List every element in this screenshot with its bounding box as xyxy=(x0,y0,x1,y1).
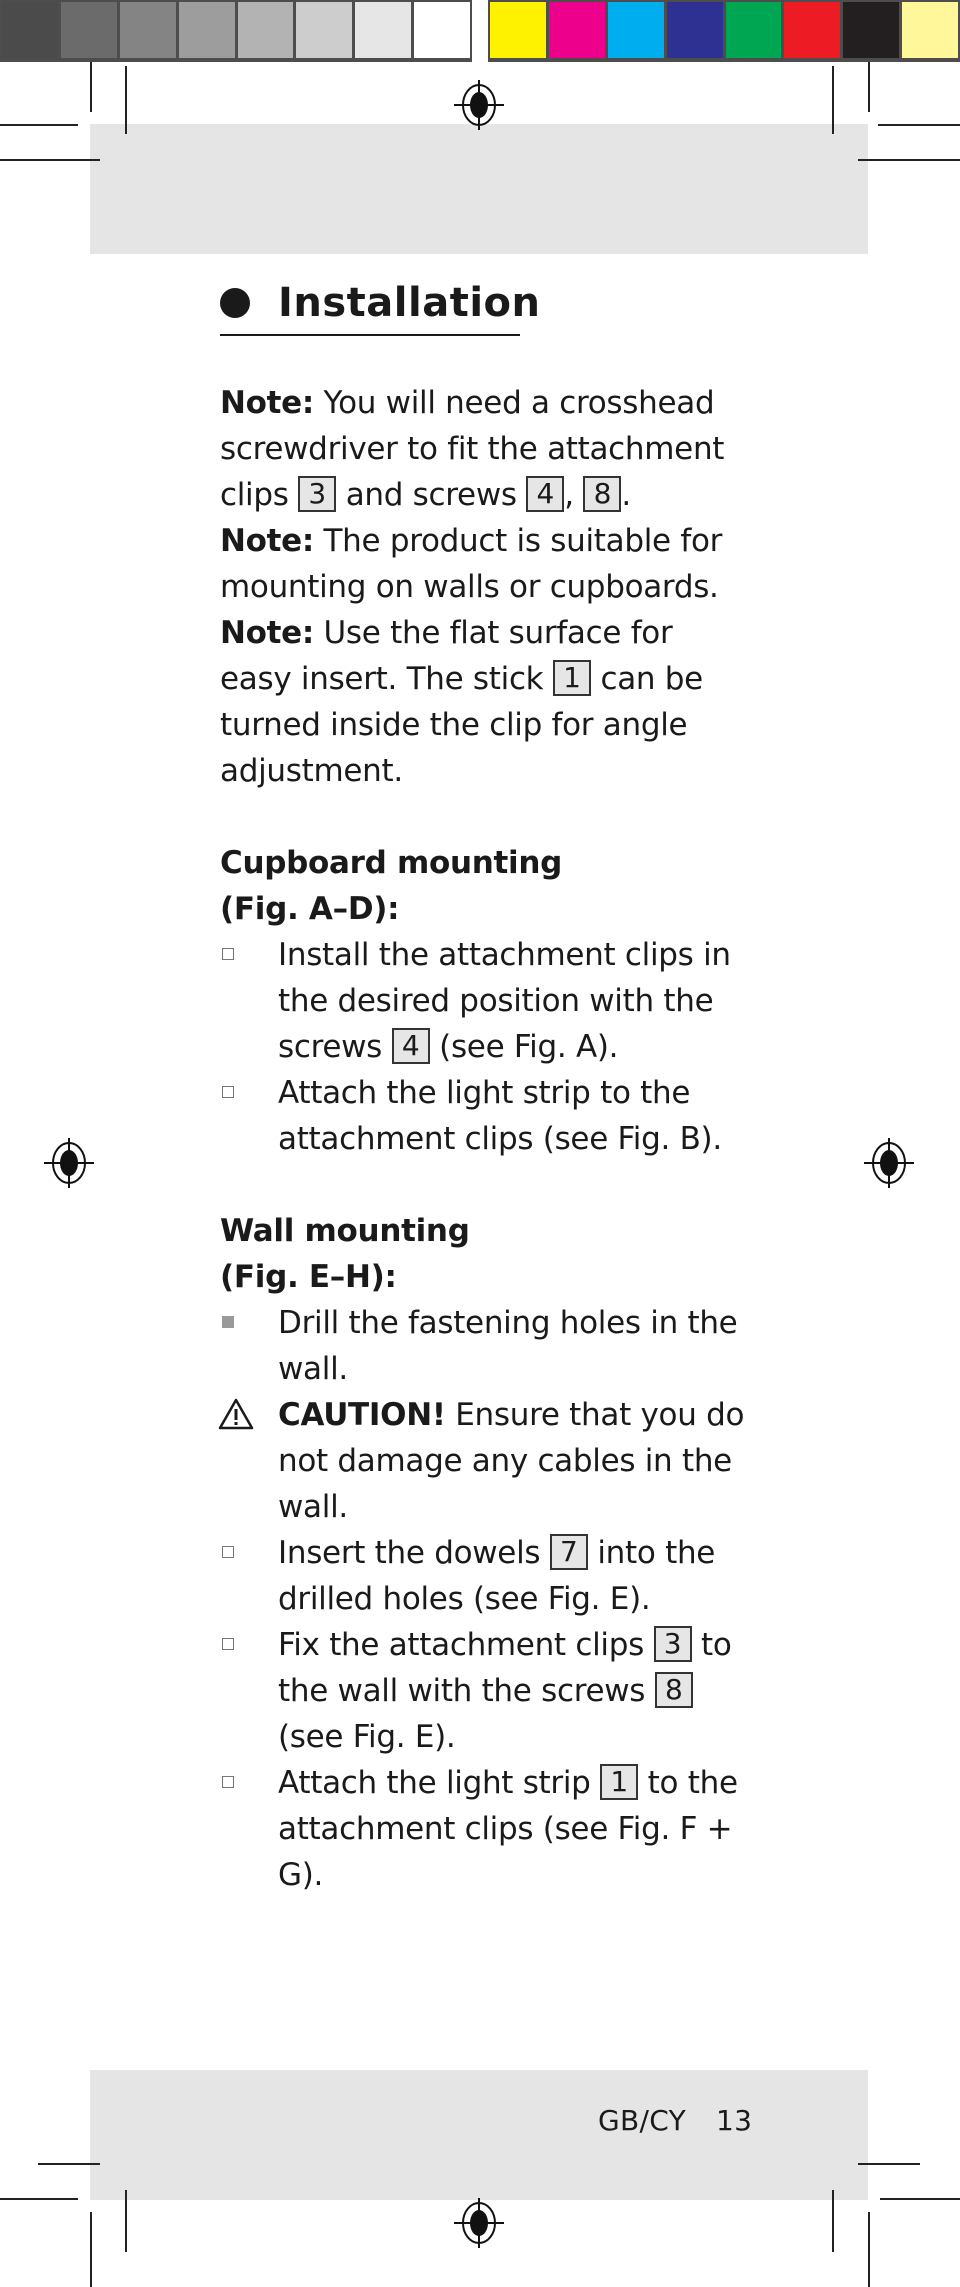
registration-mark-icon xyxy=(454,2198,504,2248)
page-number: 13 xyxy=(716,2104,753,2137)
crop-mark xyxy=(868,2212,870,2287)
list-item: Drill the fastening holes in the wall. xyxy=(220,1300,750,1392)
gray-swatch xyxy=(178,2,235,58)
part-ref: 3 xyxy=(298,476,337,512)
checkbox-bullet-icon xyxy=(222,1086,234,1098)
note-label: Note: xyxy=(220,385,314,421)
part-ref: 4 xyxy=(526,476,565,512)
color-swatch xyxy=(548,2,605,58)
checkbox-bullet-icon xyxy=(222,948,234,960)
installation-section: Installation Note: You will need a cross… xyxy=(218,280,750,1898)
crop-mark xyxy=(858,2163,920,2165)
crop-mark xyxy=(125,2190,127,2252)
cupboard-heading: Cupboard mounting (Fig. A–D): xyxy=(220,845,563,927)
page-footer: GB/CY 13 xyxy=(598,2104,752,2137)
crop-mark xyxy=(0,124,78,126)
crop-mark xyxy=(38,2163,100,2165)
note-crosshead: Note: You will need a crosshead screwdri… xyxy=(220,385,725,513)
region-code: GB/CY xyxy=(598,2104,687,2137)
crop-mark xyxy=(858,159,960,161)
list-item: Fix the attachment clips 3 to the wall w… xyxy=(220,1622,750,1760)
wall-heading: Wall mounting (Fig. E–H): xyxy=(220,1213,470,1295)
part-ref: 1 xyxy=(552,660,591,696)
crop-mark xyxy=(880,2198,960,2200)
gray-swatch xyxy=(296,2,353,58)
caution-item: CAUTION! Ensure that you do not damage a… xyxy=(218,1392,750,1530)
gray-swatch xyxy=(60,2,117,58)
color-swatch xyxy=(784,2,841,58)
part-ref: 8 xyxy=(583,476,622,512)
color-swatch xyxy=(725,2,782,58)
part-ref: 3 xyxy=(653,1626,692,1662)
bullet-dot-icon xyxy=(220,288,250,318)
warning-triangle-icon xyxy=(218,1398,254,1430)
crop-mark xyxy=(125,66,127,134)
checkbox-bullet-icon xyxy=(222,1638,234,1650)
header-band xyxy=(90,124,868,254)
registration-mark-icon xyxy=(454,80,504,130)
crop-mark xyxy=(868,62,870,112)
gray-swatch xyxy=(119,2,176,58)
registration-mark-icon xyxy=(864,1138,914,1188)
part-ref: 8 xyxy=(654,1672,693,1708)
list-item: Attach the light strip 1 to the attachme… xyxy=(220,1760,750,1898)
section-heading: Installation xyxy=(220,280,540,336)
note-label: Note: xyxy=(220,615,314,651)
color-swatch xyxy=(843,2,900,58)
gray-swatch xyxy=(2,2,58,58)
crop-mark xyxy=(878,124,960,126)
checkbox-bullet-icon xyxy=(222,1546,234,1558)
note-flat-surface: Note: Use the flat surface for easy inse… xyxy=(220,615,703,789)
gray-swatch xyxy=(355,2,412,58)
color-swatch xyxy=(902,2,958,58)
crop-mark xyxy=(0,2198,78,2200)
crop-mark xyxy=(90,2212,92,2287)
crop-mark xyxy=(0,159,100,161)
gray-swatch xyxy=(237,2,294,58)
crop-mark xyxy=(832,66,834,134)
part-ref: 4 xyxy=(391,1028,430,1064)
part-ref: 1 xyxy=(600,1764,639,1800)
section-title: Installation xyxy=(278,280,541,326)
list-item: Install the attachment clips in the desi… xyxy=(220,932,750,1070)
crop-mark xyxy=(832,2190,834,2252)
filled-square-bullet-icon xyxy=(222,1316,234,1328)
note-suitability: Note: The product is suitable for mounti… xyxy=(220,523,723,605)
part-ref: 7 xyxy=(549,1534,588,1570)
color-swatch xyxy=(607,2,664,58)
gray-swatch xyxy=(414,2,470,58)
registration-mark-icon xyxy=(44,1138,94,1188)
list-item: Attach the light strip to the attachment… xyxy=(220,1070,750,1162)
note-label: Note: xyxy=(220,523,314,559)
grayscale-color-bar xyxy=(0,0,472,62)
caution-label: CAUTION! xyxy=(278,1397,446,1433)
process-color-bar xyxy=(488,0,960,62)
list-item: Insert the dowels 7 into the drilled hol… xyxy=(220,1530,750,1622)
color-swatch xyxy=(666,2,723,58)
checkbox-bullet-icon xyxy=(222,1776,234,1788)
crop-mark xyxy=(90,62,92,112)
color-swatch xyxy=(490,2,546,58)
